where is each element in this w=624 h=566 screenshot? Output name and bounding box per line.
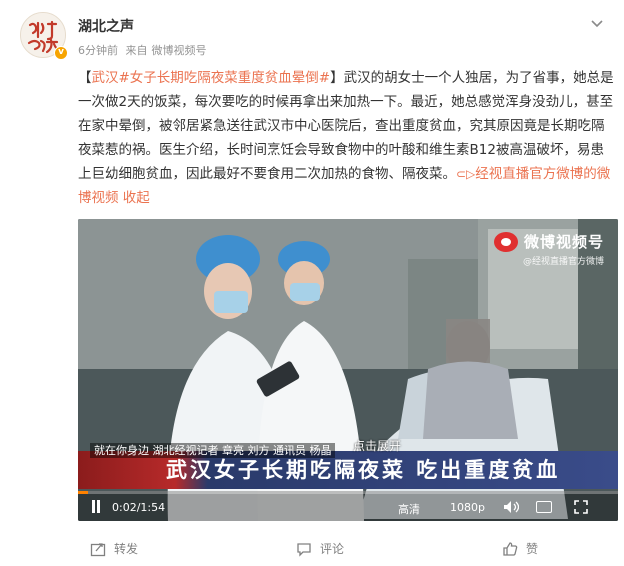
like-button[interactable]: 赞 [502, 540, 538, 557]
weibo-post-card: v 湖北之声 6分钟前 来自 微博视频号 【武汉#女子长期吃隔夜菜重度贫血晕倒#】… [0, 0, 624, 566]
verified-badge-icon: v [54, 46, 68, 60]
post-text: 【武汉#女子长期吃隔夜菜重度贫血晕倒#】武汉的胡女士一个人独居，为了省事，她总是… [78, 66, 614, 210]
repost-label: 转发 [114, 542, 139, 556]
news-headline: 武汉女子长期吃隔夜菜 吃出重度贫血 [166, 458, 561, 482]
time-display: 0:02/1:54 [112, 501, 166, 514]
comment-button[interactable]: 评论 [296, 540, 344, 557]
weibo-logo-icon [493, 231, 518, 252]
resolution-button[interactable]: 1080p [450, 501, 485, 514]
source-prefix: 来自 [125, 44, 148, 57]
pause-icon[interactable] [90, 500, 102, 513]
quality-hd-button[interactable]: 高清 [398, 501, 420, 517]
expand-video-button[interactable]: 点击展开 [353, 437, 401, 454]
video-link-icon[interactable]: ⊂▷ [456, 167, 475, 181]
comment-icon [297, 542, 311, 557]
bracket-close: 】 [330, 70, 344, 86]
comment-label: 评论 [320, 542, 345, 556]
watermark-title: 微博视频号 [523, 233, 604, 251]
source-link[interactable]: 微博视频号 [152, 44, 207, 57]
hashtag-link[interactable]: #女子长期吃隔夜菜重度贫血晕倒# [119, 70, 331, 86]
watermark-subtitle: @经视直播官方微博 [522, 257, 604, 267]
post-meta: 6分钟前 来自 微博视频号 [78, 42, 211, 58]
author-name[interactable]: 湖北之声 [78, 16, 134, 36]
repost-icon [90, 542, 106, 556]
more-options-chevron-icon[interactable] [588, 14, 606, 32]
video-controls: 0:02/1:54 高清 1080p [78, 491, 618, 521]
repost-button[interactable]: 转发 [90, 540, 138, 557]
volume-icon[interactable] [503, 500, 520, 514]
action-bar: 转发 评论 赞 [78, 536, 598, 560]
bracket-open: 【 [78, 70, 92, 86]
progress-fill [78, 491, 88, 494]
picture-in-picture-icon[interactable] [536, 501, 552, 513]
video-player[interactable]: 微博视频号 @经视直播官方微博 就在你身边 湖北经视记者 章亮 刘方 通讯员 杨… [78, 219, 618, 521]
like-label: 赞 [526, 542, 539, 556]
duration: 1:54 [140, 501, 166, 514]
thumbs-up-icon [503, 541, 518, 556]
collapse-link[interactable]: 收起 [123, 190, 150, 206]
progress-bar[interactable] [78, 491, 618, 494]
current-time: 0:02 [112, 501, 137, 514]
post-time[interactable]: 6分钟前 [78, 44, 118, 57]
city-link[interactable]: 武汉 [92, 70, 119, 86]
fullscreen-icon[interactable] [574, 500, 588, 514]
video-watermark: 微博视频号 @经视直播官方微博 [493, 231, 604, 267]
